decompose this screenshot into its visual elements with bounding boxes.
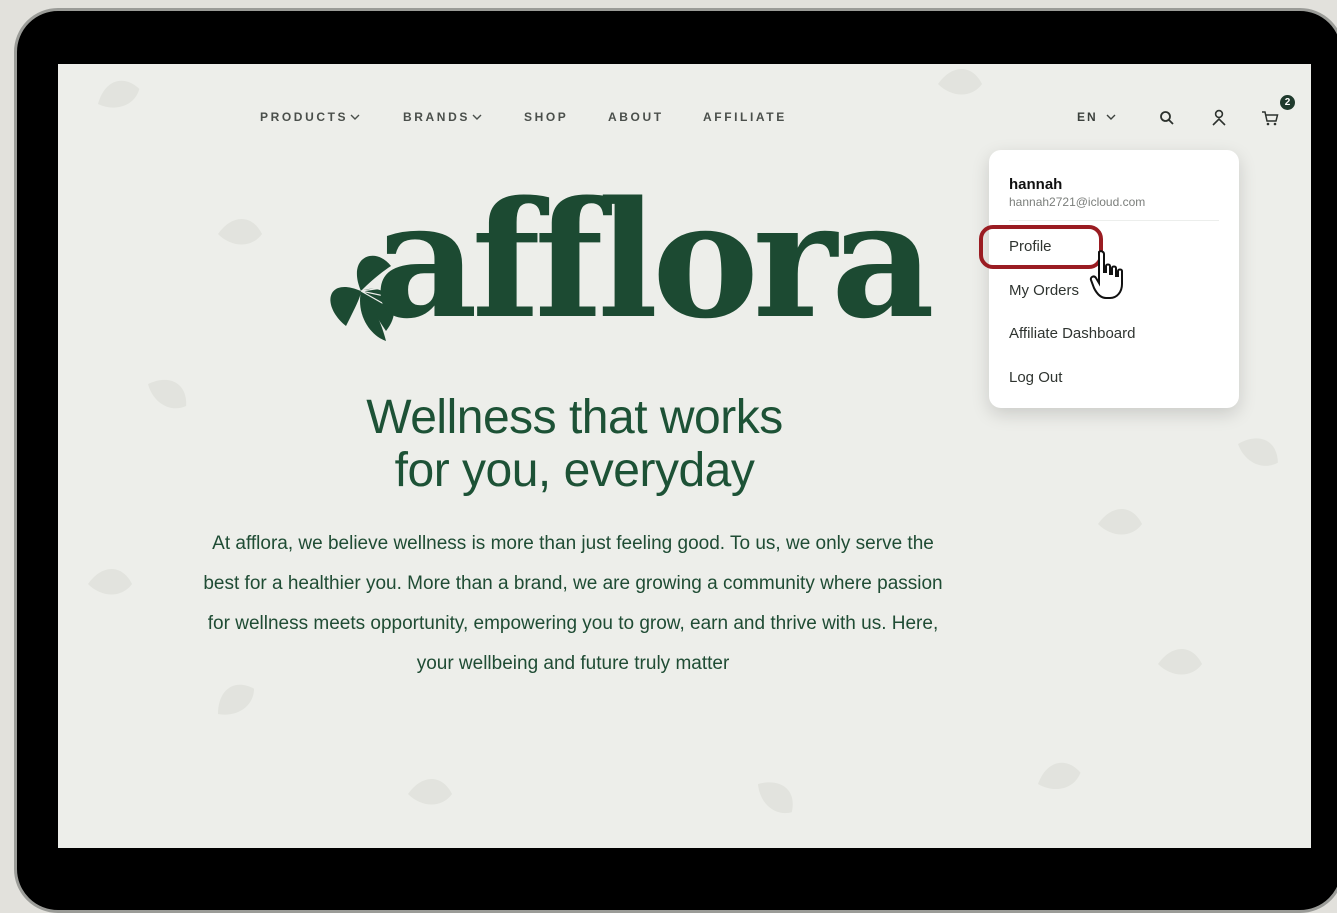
- language-selector[interactable]: EN: [1077, 110, 1116, 124]
- search-icon: [1160, 111, 1174, 125]
- nav-about[interactable]: ABOUT: [608, 110, 664, 124]
- hero-description: At afflora, we believe wellness is more …: [203, 533, 943, 674]
- cart-count-badge: 2: [1280, 95, 1295, 110]
- nav-shop-label: SHOP: [524, 110, 569, 124]
- cart-icon: [1262, 111, 1279, 126]
- website-viewport: PRODUCTS BRANDS SHOP ABOUT AFFILIATE EN: [58, 64, 1311, 848]
- headline-line-2: for you, everyday: [394, 443, 755, 497]
- nav-about-label: ABOUT: [608, 110, 664, 124]
- search-button[interactable]: [1159, 110, 1175, 126]
- nav-brands[interactable]: BRANDS: [403, 110, 482, 124]
- account-user-email: hannah2721@icloud.com: [1009, 195, 1146, 209]
- chevron-down-icon: [1106, 114, 1116, 120]
- logo-wordmark: afflora: [374, 166, 935, 354]
- language-label: EN: [1077, 110, 1098, 124]
- hand-pointer-cursor-icon: [1089, 250, 1123, 299]
- account-user-name: hannah: [1009, 176, 1063, 193]
- nav-shop[interactable]: SHOP: [524, 110, 568, 124]
- afflora-logo: afflora: [316, 180, 935, 356]
- chevron-down-icon: [350, 114, 360, 120]
- menu-item-my-orders[interactable]: My Orders: [1009, 282, 1079, 299]
- cart-button[interactable]: [1261, 110, 1279, 126]
- nav-products-label: PRODUCTS: [260, 110, 349, 124]
- menu-item-log-out[interactable]: Log Out: [1009, 369, 1062, 386]
- nav-brands-label: BRANDS: [403, 110, 470, 124]
- account-button[interactable]: [1211, 109, 1227, 127]
- profile-highlight-outline: [979, 225, 1103, 269]
- chevron-down-icon: [472, 114, 482, 120]
- nav-products[interactable]: PRODUCTS: [260, 110, 360, 124]
- hero-headline: Wellness that works for you, everyday: [58, 391, 1091, 498]
- headline-line-1: Wellness that works: [366, 391, 783, 444]
- user-icon: [1212, 109, 1226, 126]
- menu-divider: [1009, 220, 1219, 221]
- nav-affiliate-label: AFFILIATE: [703, 110, 787, 124]
- nav-affiliate[interactable]: AFFILIATE: [703, 110, 787, 124]
- menu-item-affiliate-dashboard[interactable]: Affiliate Dashboard: [1009, 325, 1135, 342]
